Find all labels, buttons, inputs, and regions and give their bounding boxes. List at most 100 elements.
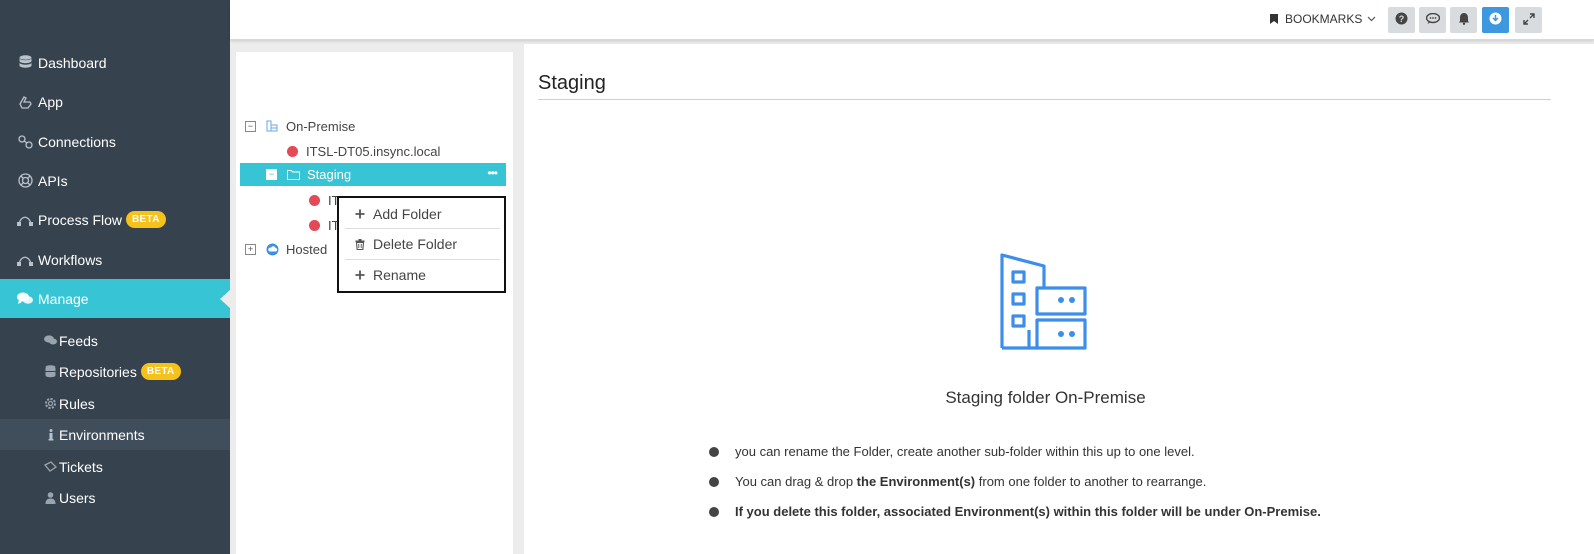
building-illustration-icon [999, 252, 1089, 352]
help-button[interactable]: ? [1388, 7, 1415, 33]
menu-item-label: Add Folder [373, 206, 442, 222]
tree-node-label: ITSL-DT05.insync.local [306, 143, 441, 159]
folder-context-menu: Add Folder Delete Folder Rename [337, 196, 506, 293]
bookmarks-dropdown[interactable]: BOOKMARKS [1270, 12, 1376, 26]
sidebar-item-apis[interactable]: APIs [0, 161, 230, 200]
bullet-text: If you delete this folder, associated En… [735, 504, 1321, 519]
chevron-down-icon [1367, 14, 1376, 24]
download-icon [1489, 12, 1502, 28]
tree-node-on-premise[interactable]: − On-Premise [245, 115, 355, 137]
rename-menu-item[interactable]: Rename [339, 260, 504, 290]
collapse-toggle-icon[interactable]: − [245, 120, 256, 132]
sidebar-item-label: App [38, 93, 63, 110]
sidebar-item-process-flow[interactable]: Process Flow BETA [0, 200, 230, 239]
bullet-bold-text: the Environment(s) [856, 474, 976, 489]
hand-icon [16, 94, 34, 110]
info-bullet: You can drag & drop the Environment(s) f… [709, 474, 1206, 489]
sidebar-item-label: Manage [38, 290, 89, 307]
comments-icon [43, 335, 58, 346]
collapse-toggle-icon[interactable]: − [266, 168, 277, 180]
delete-folder-menu-item[interactable]: Delete Folder [339, 229, 504, 259]
page-title: Staging [538, 72, 606, 94]
sidebar-subitem-users[interactable]: Users [0, 482, 230, 513]
help-icon: ? [1395, 12, 1408, 28]
tree-node-hosted[interactable]: + Hosted [245, 238, 327, 260]
sidebar-subitem-label: Feeds [59, 332, 98, 349]
chat-icon [1425, 12, 1440, 28]
bullet-text-part: You can drag & drop [735, 474, 857, 489]
bookmarks-label: BOOKMARKS [1285, 12, 1363, 26]
tree-node-label: On-Premise [286, 118, 356, 134]
database-icon [43, 365, 58, 378]
info-bullet: you can rename the Folder, create anothe… [709, 444, 1195, 459]
tree-node-staging-selected[interactable]: − Staging ••• [240, 163, 506, 186]
bullet-dot [709, 506, 719, 517]
user-icon [43, 491, 58, 504]
environment-tree-panel: − On-Premise ITSL-DT05.insync.local − St… [236, 52, 513, 554]
sidebar-subitem-label: Users [59, 489, 96, 506]
notifications-button[interactable] [1450, 7, 1477, 33]
status-dot [287, 145, 298, 157]
tree-node-label: Staging [307, 166, 352, 182]
bullet-text-part: from one folder to another to rearrange. [975, 474, 1207, 489]
sidebar-subitem-tickets[interactable]: Tickets [0, 451, 230, 482]
sidebar-item-manage[interactable]: Manage [0, 279, 230, 318]
link-icon [16, 134, 34, 150]
flow-icon [16, 212, 34, 228]
sidebar-item-app[interactable]: App [0, 82, 230, 121]
more-options-icon[interactable]: ••• [487, 166, 498, 180]
plus-icon [355, 209, 365, 219]
sidebar-subitem-feeds[interactable]: Feeds [0, 325, 230, 356]
sidebar-subitem-label: Rules [59, 395, 95, 412]
chat-button[interactable] [1419, 7, 1446, 33]
sidebar: Dashboard App Connections APIs Process F… [0, 0, 230, 554]
download-button[interactable] [1482, 7, 1509, 33]
building-icon [266, 120, 278, 132]
bell-icon [1458, 12, 1470, 28]
expand-toggle-icon[interactable]: + [245, 243, 256, 255]
sidebar-item-label: Process Flow [38, 211, 123, 228]
trash-icon [355, 238, 365, 250]
database-icon [16, 55, 34, 71]
title-divider [538, 99, 1551, 100]
folder-caption: Staging folder On-Premise [945, 388, 1146, 407]
sidebar-item-workflows[interactable]: Workflows [0, 240, 230, 279]
sidebar-subitem-label: Tickets [59, 458, 103, 475]
expand-icon [1522, 12, 1535, 28]
add-folder-menu-item[interactable]: Add Folder [339, 199, 504, 229]
status-dot [309, 194, 320, 206]
life-ring-icon [16, 173, 34, 189]
sidebar-item-label: Workflows [38, 251, 103, 268]
sidebar-item-connections[interactable]: Connections [0, 122, 230, 161]
tree-node-environment[interactable]: ITSL-DT05.insync.local [287, 140, 440, 162]
bullet-dot [709, 476, 719, 487]
sidebar-subitem-repositories[interactable]: Repositories BETA [0, 356, 230, 387]
main-content: Staging Staging folder On-Premise you ca… [524, 44, 1594, 554]
ticket-icon [43, 461, 58, 472]
bullet-text: You can drag & drop the Environment(s) f… [735, 474, 1206, 489]
top-bar: BOOKMARKS ? [230, 0, 1594, 40]
sidebar-subitem-label: Environments [59, 426, 145, 443]
flow-icon [16, 252, 34, 268]
bookmark-icon [1270, 14, 1278, 24]
svg-text:?: ? [1399, 14, 1405, 24]
gear-icon [43, 397, 58, 410]
tree-node-environment[interactable]: IT [309, 214, 340, 236]
bullet-dot [709, 446, 719, 457]
sidebar-subitem-environments[interactable]: Environments [0, 419, 230, 450]
bullet-text: you can rename the Folder, create anothe… [735, 444, 1195, 459]
menu-item-label: Delete Folder [373, 236, 458, 252]
tree-node-staging[interactable]: − Staging [266, 163, 351, 185]
active-indicator [220, 289, 230, 308]
sidebar-subitem-rules[interactable]: Rules [0, 388, 230, 419]
sidebar-item-dashboard[interactable]: Dashboard [0, 43, 230, 82]
beta-badge: BETA [140, 363, 181, 380]
plus-icon [355, 270, 365, 280]
tree-node-label: Hosted [286, 241, 328, 257]
fullscreen-button[interactable] [1515, 7, 1542, 33]
sidebar-subitem-label: Repositories [59, 363, 137, 380]
sidebar-item-label: APIs [38, 172, 68, 189]
cloud-icon [266, 243, 279, 256]
sidebar-item-label: Dashboard [38, 54, 107, 71]
sidebar-item-label: Connections [38, 133, 116, 150]
